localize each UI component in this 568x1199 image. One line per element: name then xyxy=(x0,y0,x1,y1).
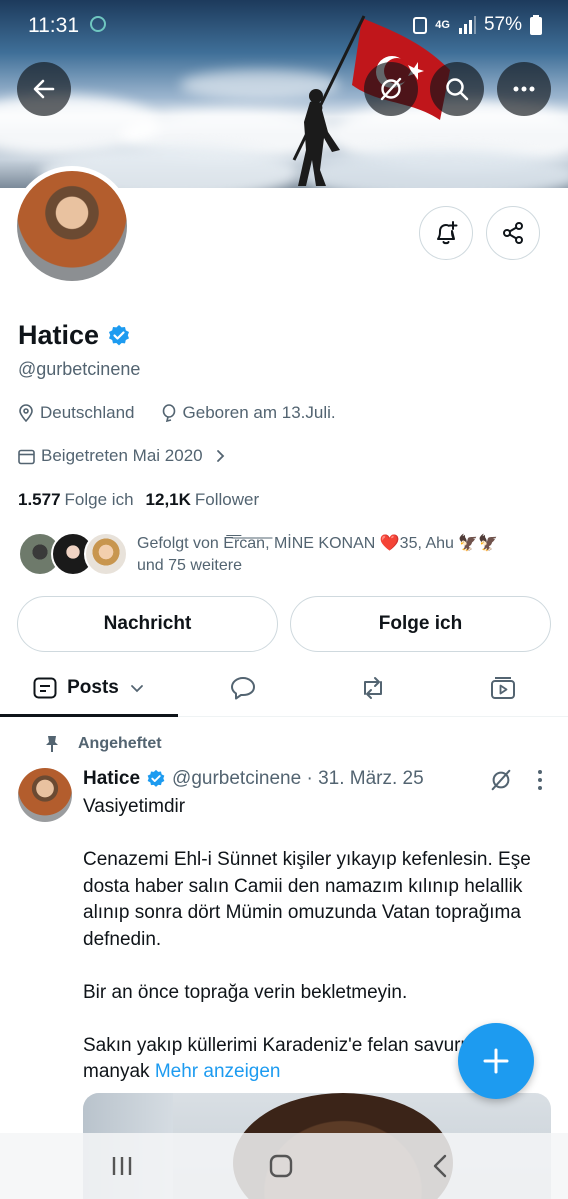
profile-handle: @gurbetcinene xyxy=(18,359,141,379)
profile-joined-row[interactable]: Beigetreten Mai 2020 xyxy=(18,446,227,466)
calendar-icon xyxy=(18,449,35,464)
pinned-label: Angeheftet xyxy=(78,735,162,752)
status-bar: 11:31 4G 57% xyxy=(0,0,568,54)
search-icon xyxy=(446,78,469,101)
profile-name: Hatice xyxy=(18,320,131,351)
share-profile-button[interactable] xyxy=(486,206,540,260)
grok-icon[interactable] xyxy=(489,768,513,792)
profile-tabs: Posts xyxy=(0,660,568,717)
search-button[interactable] xyxy=(430,62,484,116)
more-options-button[interactable] xyxy=(497,62,551,116)
replies-tab-icon xyxy=(231,677,255,700)
profile-avatar[interactable] xyxy=(17,171,127,281)
posts-tab-icon xyxy=(33,677,57,699)
chevron-down-icon xyxy=(130,685,143,693)
network-type: 4G xyxy=(435,19,450,31)
back-nav-icon[interactable] xyxy=(432,1154,448,1178)
home-icon[interactable] xyxy=(269,1154,293,1178)
status-time: 11:31 xyxy=(28,14,79,37)
battery-percent: 57% xyxy=(483,14,522,35)
following-link[interactable]: 1.577 Folge ich xyxy=(18,490,134,510)
following-count: 1.577 xyxy=(18,490,61,509)
media-tab-icon xyxy=(491,677,515,699)
compose-plus-icon xyxy=(483,1048,509,1074)
grok-button[interactable] xyxy=(364,62,418,116)
grok-icon xyxy=(380,77,402,101)
post-text: Vasiyetimdir Cenazemi Ehl-i Sünnet kişil… xyxy=(83,796,531,1056)
share-icon xyxy=(503,222,523,244)
back-button[interactable] xyxy=(17,62,71,116)
signal-icon xyxy=(458,16,476,34)
post-author-avatar[interactable] xyxy=(18,768,72,822)
tab-reposts[interactable] xyxy=(308,660,438,716)
recent-apps-icon[interactable] xyxy=(110,1155,134,1177)
post-text-end: manyak xyxy=(83,1061,155,1082)
profile-meta-row: Deutschland Geboren am 13.Juli. xyxy=(18,403,336,423)
profile-joined-date: Beigetreten Mai 2020 xyxy=(41,446,203,465)
followed-by-more: und 75 weitere xyxy=(137,557,242,574)
tab-posts-label: Posts xyxy=(67,677,119,698)
pin-icon xyxy=(46,736,58,752)
chevron-right-icon xyxy=(216,450,224,462)
bell-plus-icon xyxy=(437,221,458,245)
recycle-icon xyxy=(413,17,428,34)
app-notification-icon xyxy=(90,16,106,32)
pinned-indicator: Angeheftet xyxy=(44,735,162,753)
compose-button[interactable] xyxy=(458,1023,534,1099)
notifications-button[interactable] xyxy=(419,206,473,260)
tab-posts[interactable]: Posts xyxy=(0,660,178,716)
tab-media[interactable] xyxy=(438,660,568,716)
profile-display-name: Hatice xyxy=(18,320,100,350)
post-author-name[interactable]: Hatice xyxy=(83,768,140,790)
profile-location: Deutschland xyxy=(40,403,135,422)
retweet-tab-icon xyxy=(364,677,382,699)
back-arrow-icon xyxy=(33,79,55,99)
followed-by-names: Gefolgt von E͞r͞c͞a͞n͞, MİNE KONAN ❤️35,… xyxy=(137,535,499,552)
profile-birthday: Geboren am 13.Juli. xyxy=(182,403,336,422)
followed-by-text: Gefolgt von E͞r͞c͞a͞n͞, MİNE KONAN ❤️35,… xyxy=(137,533,557,577)
verified-badge-icon xyxy=(147,769,165,787)
show-more-link[interactable]: Mehr anzeigen xyxy=(155,1061,281,1082)
battery-icon xyxy=(530,15,542,35)
followers-link[interactable]: 12,1K Follower xyxy=(146,490,260,510)
followers-count: 12,1K xyxy=(145,490,191,509)
follower-avatar-3 xyxy=(84,532,128,576)
following-label: Folge ich xyxy=(64,490,134,509)
post-meta: @gurbetcinene · 31. März. 25 xyxy=(172,768,424,789)
location-icon xyxy=(19,404,33,422)
followers-label: Follower xyxy=(194,490,260,509)
message-button[interactable]: Nachricht xyxy=(17,596,278,652)
balloon-icon xyxy=(162,404,175,422)
post-header: Hatice @gurbetcinene · 31. März. 25 xyxy=(83,768,424,790)
more-icon xyxy=(513,86,535,92)
profile-banner[interactable]: 11:31 4G 57% xyxy=(0,0,568,188)
follow-stats: 1.577 Folge ich 12,1K Follower xyxy=(18,490,259,510)
verified-badge-icon[interactable] xyxy=(107,324,131,348)
profile-avatar-frame[interactable] xyxy=(12,166,132,286)
system-nav-bar xyxy=(0,1133,568,1199)
tab-replies[interactable] xyxy=(178,660,308,716)
following-toggle-button[interactable]: Folge ich xyxy=(290,596,551,652)
active-tab-indicator xyxy=(0,714,178,717)
post-more-icon[interactable] xyxy=(537,769,543,791)
